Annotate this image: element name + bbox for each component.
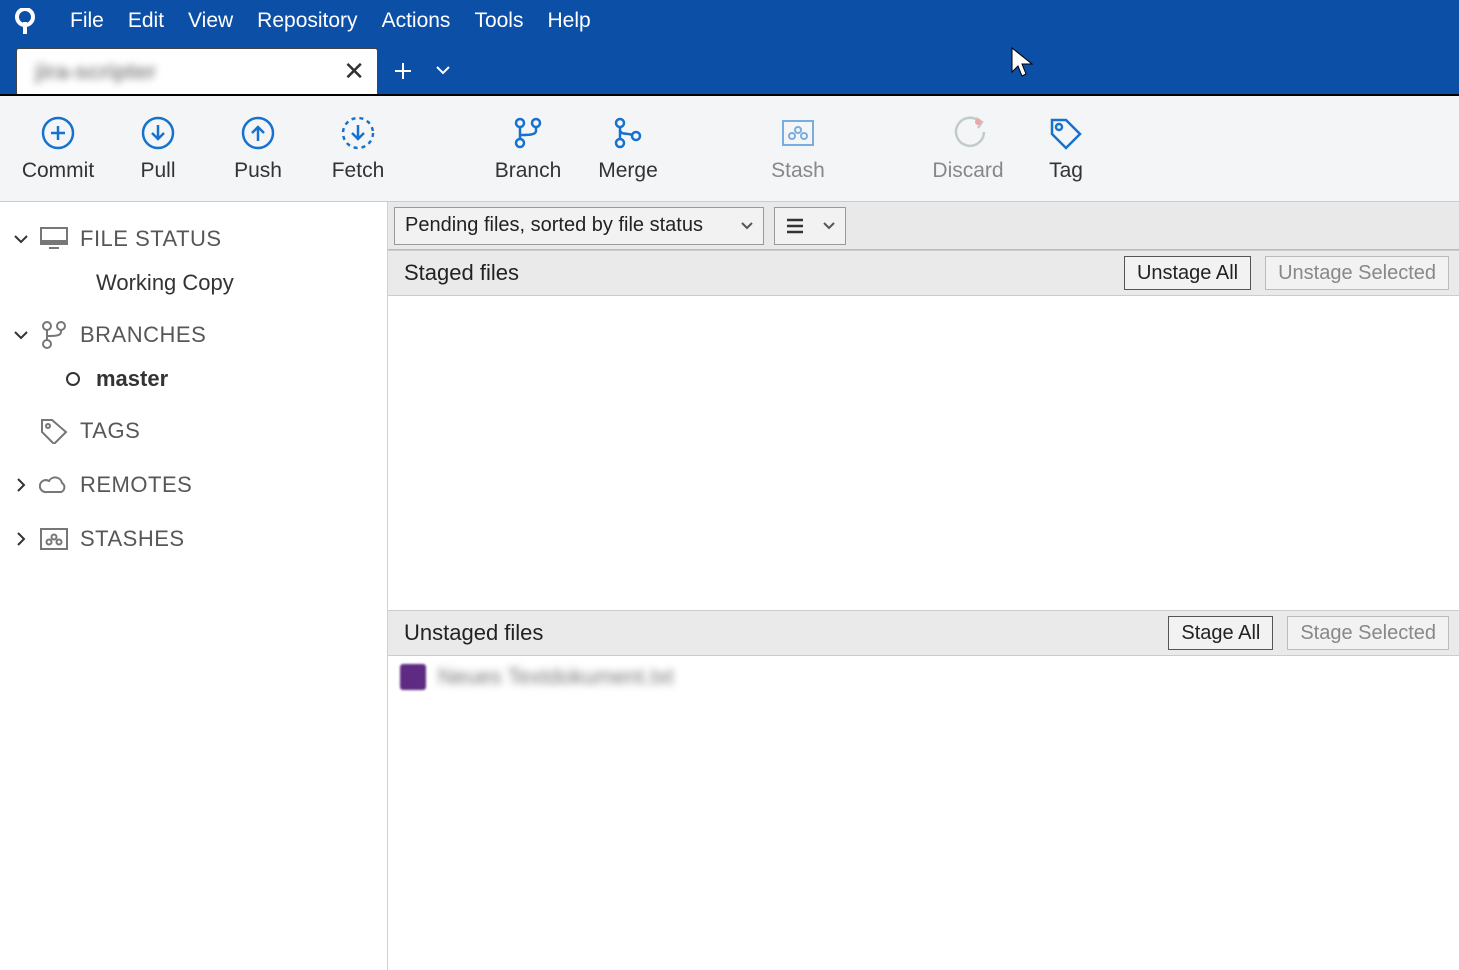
up-circle-icon	[240, 115, 276, 151]
unstage-selected-button[interactable]: Unstage Selected	[1265, 256, 1449, 290]
chevron-down-icon	[823, 222, 835, 230]
sidebar-section-stashes[interactable]: STASHES	[14, 516, 387, 562]
toolbar: Commit Pull Push Fetch Branch Merge Stas…	[0, 96, 1459, 202]
menu-actions[interactable]: Actions	[382, 9, 451, 33]
commit-button[interactable]: Commit	[8, 96, 108, 201]
staged-files-list	[388, 296, 1459, 610]
tab-dropdown-icon[interactable]	[428, 48, 458, 94]
unstaged-files-list: Neues Textdokument.txt	[388, 656, 1459, 970]
unstage-all-button[interactable]: Unstage All	[1124, 256, 1251, 290]
monitor-icon	[38, 226, 70, 252]
branch-icon	[38, 320, 70, 350]
tag-icon	[38, 418, 70, 444]
discard-icon	[950, 115, 986, 151]
close-tab-icon[interactable]: ✕	[343, 56, 365, 87]
discard-button[interactable]: Discard	[918, 96, 1018, 201]
current-branch-dot-icon	[66, 372, 80, 386]
staged-header: Staged files Unstage All Unstage Selecte…	[388, 250, 1459, 296]
repo-tab[interactable]: jira-scripter ✕	[16, 48, 378, 94]
merge-button[interactable]: Merge	[578, 96, 678, 201]
stash-button[interactable]: Stash	[748, 96, 848, 201]
menu-edit[interactable]: Edit	[128, 9, 164, 33]
fetch-button[interactable]: Fetch	[308, 96, 408, 201]
chevron-down-icon	[14, 234, 28, 244]
stash-icon	[780, 115, 816, 151]
menu-bar: File Edit View Repository Actions Tools …	[0, 0, 1459, 42]
merge-icon	[610, 115, 646, 151]
menu-file[interactable]: File	[70, 9, 104, 33]
chevron-down-icon	[14, 330, 28, 340]
tag-icon	[1048, 115, 1084, 151]
main-panel: Pending files, sorted by file status Sta…	[388, 202, 1459, 970]
app-logo-icon	[0, 8, 50, 34]
file-filter-dropdown[interactable]: Pending files, sorted by file status	[394, 207, 764, 245]
chevron-right-icon	[14, 478, 28, 492]
cloud-icon	[38, 474, 70, 496]
branch-button[interactable]: Branch	[478, 96, 578, 201]
tag-button[interactable]: Tag	[1018, 96, 1114, 201]
stage-all-button[interactable]: Stage All	[1168, 616, 1273, 650]
sidebar-item-working-copy[interactable]: Working Copy	[14, 262, 387, 304]
down-circle-icon	[140, 115, 176, 151]
sidebar-section-remotes[interactable]: REMOTES	[14, 462, 387, 508]
cursor-icon	[1010, 46, 1034, 78]
sidebar-section-tags[interactable]: TAGS	[14, 408, 387, 454]
plus-circle-icon	[40, 115, 76, 151]
file-row[interactable]: Neues Textdokument.txt	[388, 656, 1459, 698]
pull-button[interactable]: Pull	[108, 96, 208, 201]
file-type-icon	[400, 664, 426, 690]
push-button[interactable]: Push	[208, 96, 308, 201]
repo-tab-name: jira-scripter	[35, 59, 156, 85]
chevron-down-icon	[741, 222, 753, 230]
refresh-dashed-icon	[340, 115, 376, 151]
view-mode-dropdown[interactable]	[774, 207, 846, 245]
chevron-right-icon	[14, 532, 28, 546]
sidebar-item-master[interactable]: master	[14, 358, 387, 400]
menu-repository[interactable]: Repository	[257, 9, 357, 33]
list-icon	[785, 218, 805, 234]
menu-view[interactable]: View	[188, 9, 233, 33]
unstaged-header: Unstaged files Stage All Stage Selected	[388, 610, 1459, 656]
branch-icon	[510, 115, 546, 151]
stash-icon	[38, 527, 70, 551]
sidebar-section-branches[interactable]: BRANCHES	[14, 312, 387, 358]
menu-tools[interactable]: Tools	[474, 9, 523, 33]
new-tab-button[interactable]	[378, 48, 428, 94]
sidebar: FILE STATUS Working Copy BRANCHES master…	[0, 202, 388, 970]
tab-bar: jira-scripter ✕	[0, 42, 1459, 96]
stage-selected-button[interactable]: Stage Selected	[1287, 616, 1449, 650]
sidebar-section-file-status[interactable]: FILE STATUS	[14, 216, 387, 262]
filter-row: Pending files, sorted by file status	[388, 202, 1459, 250]
menu-help[interactable]: Help	[547, 9, 590, 33]
